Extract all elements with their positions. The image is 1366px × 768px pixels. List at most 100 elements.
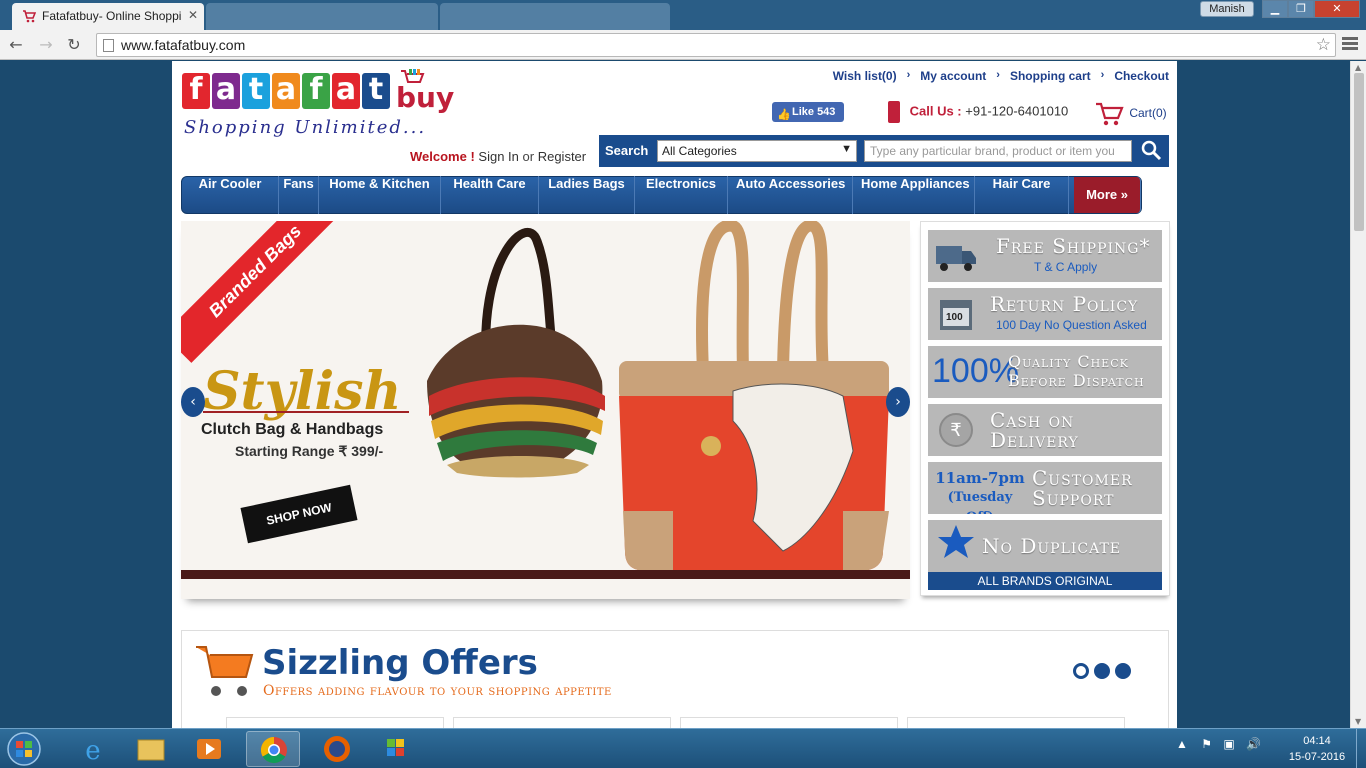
register-link[interactable]: Register	[538, 149, 586, 164]
striped-hobo-bag-image	[427, 228, 605, 478]
close-window-button[interactable]: ✕	[1314, 0, 1360, 18]
pager-dot[interactable]	[1115, 663, 1131, 679]
nav-item-health-care[interactable]: Health Care	[441, 176, 539, 214]
scrollbar-thumb[interactable]	[1354, 73, 1364, 231]
internet-explorer-icon[interactable]: e	[66, 731, 120, 767]
browser-user-badge[interactable]: Manish	[1200, 1, 1254, 17]
sign-in-link[interactable]: Sign In	[478, 149, 518, 164]
address-bar[interactable]: www.fatafatbuy.com ☆	[96, 33, 1336, 57]
browser-tab-background[interactable]	[206, 3, 438, 30]
browser-toolbar: ← → ↻ www.fatafatbuy.com ☆	[0, 30, 1366, 60]
feature-return-policy-title: Return Policy	[990, 292, 1139, 316]
offers-subtitle: Offers adding flavour to your shopping a…	[263, 683, 612, 699]
search-label: Search	[605, 143, 649, 158]
nav-more-button[interactable]: More »	[1074, 177, 1141, 213]
bookmark-star-icon[interactable]: ☆	[1316, 35, 1331, 55]
clock-time: 04:14	[1303, 735, 1331, 747]
taskbar-clock[interactable]: 04:14 15-07-2016	[1282, 733, 1352, 765]
forward-arrow-icon[interactable]: →	[36, 35, 56, 55]
scroll-up-arrow-icon[interactable]: ▲	[1355, 63, 1361, 72]
offer-card[interactable]	[680, 717, 898, 728]
pager-dot[interactable]	[1094, 663, 1110, 679]
slider-prev-button[interactable]: ‹	[181, 387, 205, 417]
logo-letter: t	[242, 73, 270, 109]
search-bar: Search All Categories ▼ Type any particu…	[599, 135, 1169, 167]
all-brands-original: ALL BRANDS ORIGINAL	[928, 572, 1162, 590]
logo-letter: a	[272, 73, 300, 109]
nav-item-ladies-bags[interactable]: Ladies Bags	[539, 176, 635, 214]
shopping-cart-icon	[196, 646, 254, 696]
file-explorer-icon[interactable]	[124, 731, 178, 767]
logo-letter: f	[182, 73, 210, 109]
chrome-icon[interactable]	[246, 731, 300, 767]
call-us-number: +91-120-6401010	[965, 103, 1069, 119]
nav-item-home-kitchen[interactable]: Home & Kitchen	[319, 176, 441, 214]
browser-tab-active[interactable]: Fatafatbuy- Online Shoppi ✕	[12, 3, 204, 30]
banner-ribbon: Branded Bags	[181, 221, 347, 363]
facebook-like-button[interactable]: 👍 Like 543	[772, 102, 844, 122]
show-desktop-button[interactable]	[1356, 729, 1366, 768]
thumbs-up-icon: 👍	[777, 109, 791, 121]
page-container: f a t a f a t buy Shopping Unlimited... …	[172, 61, 1177, 728]
slider-next-button[interactable]: ›	[886, 387, 910, 417]
network-icon[interactable]: ▣	[1223, 737, 1234, 751]
truck-icon	[936, 246, 976, 271]
cart-count-label: Cart(0)	[1129, 106, 1167, 121]
phone-icon	[888, 101, 900, 123]
checkout-link[interactable]: Checkout	[1114, 69, 1169, 83]
no-duplicate-title: No Duplicate	[982, 534, 1122, 558]
header-cart[interactable]: Cart(0)	[1094, 101, 1167, 127]
bluestacks-icon[interactable]	[372, 731, 426, 767]
nav-item-electronics[interactable]: Electronics	[635, 176, 728, 214]
shop-now-button[interactable]: SHOP NOW	[240, 484, 358, 544]
browser-tab-background[interactable]	[440, 3, 670, 30]
search-button[interactable]	[1135, 135, 1169, 167]
windows-start-icon[interactable]	[2, 731, 46, 767]
double-chevron-down-icon: »	[1120, 187, 1128, 202]
media-player-icon[interactable]	[182, 731, 236, 767]
shopping-cart-link[interactable]: Shopping cart	[1010, 69, 1091, 83]
flag-icon[interactable]: ⚑	[1201, 737, 1212, 751]
firefox-icon[interactable]	[310, 731, 364, 767]
svg-text:₹: ₹	[950, 420, 961, 441]
cart-icon	[1096, 102, 1124, 126]
dropdown-arrow-icon: ▼	[841, 143, 852, 155]
offers-title: Sizzling Offers	[262, 643, 538, 683]
or-label: or	[522, 149, 535, 164]
offer-card[interactable]	[453, 717, 671, 728]
browser-menu-icon[interactable]	[1342, 37, 1358, 53]
search-input[interactable]: Type any particular brand, product or it…	[864, 140, 1132, 162]
support-line-2: Support	[1032, 486, 1115, 510]
scroll-down-arrow-icon[interactable]: ▼	[1355, 717, 1361, 726]
hero-banner[interactable]: Branded Bags Stylish Clutch Bag & Handba…	[181, 221, 910, 599]
page-scrollbar[interactable]: ▲ ▼	[1350, 61, 1366, 728]
site-logo[interactable]: f a t a f a t buy Shopping Unlimited...	[182, 69, 472, 138]
tray-expand-icon[interactable]: ▲	[1176, 737, 1188, 751]
offer-card[interactable]	[226, 717, 444, 728]
close-tab-icon[interactable]: ✕	[188, 8, 198, 22]
nav-item-hair-care[interactable]: Hair Care	[975, 176, 1069, 214]
back-arrow-icon[interactable]: ←	[6, 35, 26, 55]
offer-card[interactable]	[907, 717, 1125, 728]
call-us-label: Call Us :	[909, 103, 962, 119]
logo-letter: a	[332, 73, 360, 109]
category-select[interactable]: All Categories ▼	[657, 140, 857, 162]
feature-return-policy: 100 Return Policy 100 Day No Question As…	[928, 288, 1162, 340]
rupee-coin-icon: ₹	[939, 413, 973, 447]
minimize-button[interactable]: ▁	[1262, 0, 1288, 18]
my-account-link[interactable]: My account	[920, 69, 986, 83]
red-tote-bag-image	[619, 221, 889, 571]
nav-item-home-appliances[interactable]: Home Appliances	[853, 176, 975, 214]
maximize-button[interactable]: ❐	[1288, 0, 1314, 18]
nav-item-auto-accessories[interactable]: Auto Accessories	[728, 176, 853, 214]
feature-free-shipping-note: T & C Apply	[1034, 260, 1098, 274]
volume-icon[interactable]: 🔊	[1246, 737, 1261, 751]
feature-return-policy-note: 100 Day No Question Asked	[996, 318, 1147, 332]
pager-dot[interactable]	[1073, 663, 1089, 679]
address-bar-url[interactable]: www.fatafatbuy.com	[121, 37, 245, 53]
reload-icon[interactable]: ↻	[64, 35, 84, 55]
nav-item-air-cooler[interactable]: Air Cooler	[182, 176, 279, 214]
wishlist-link[interactable]: Wish list(0)	[833, 69, 897, 83]
sizzling-offers-section: Sizzling Offers Offers adding flavour to…	[181, 630, 1169, 728]
nav-item-fans[interactable]: Fans	[279, 176, 319, 214]
